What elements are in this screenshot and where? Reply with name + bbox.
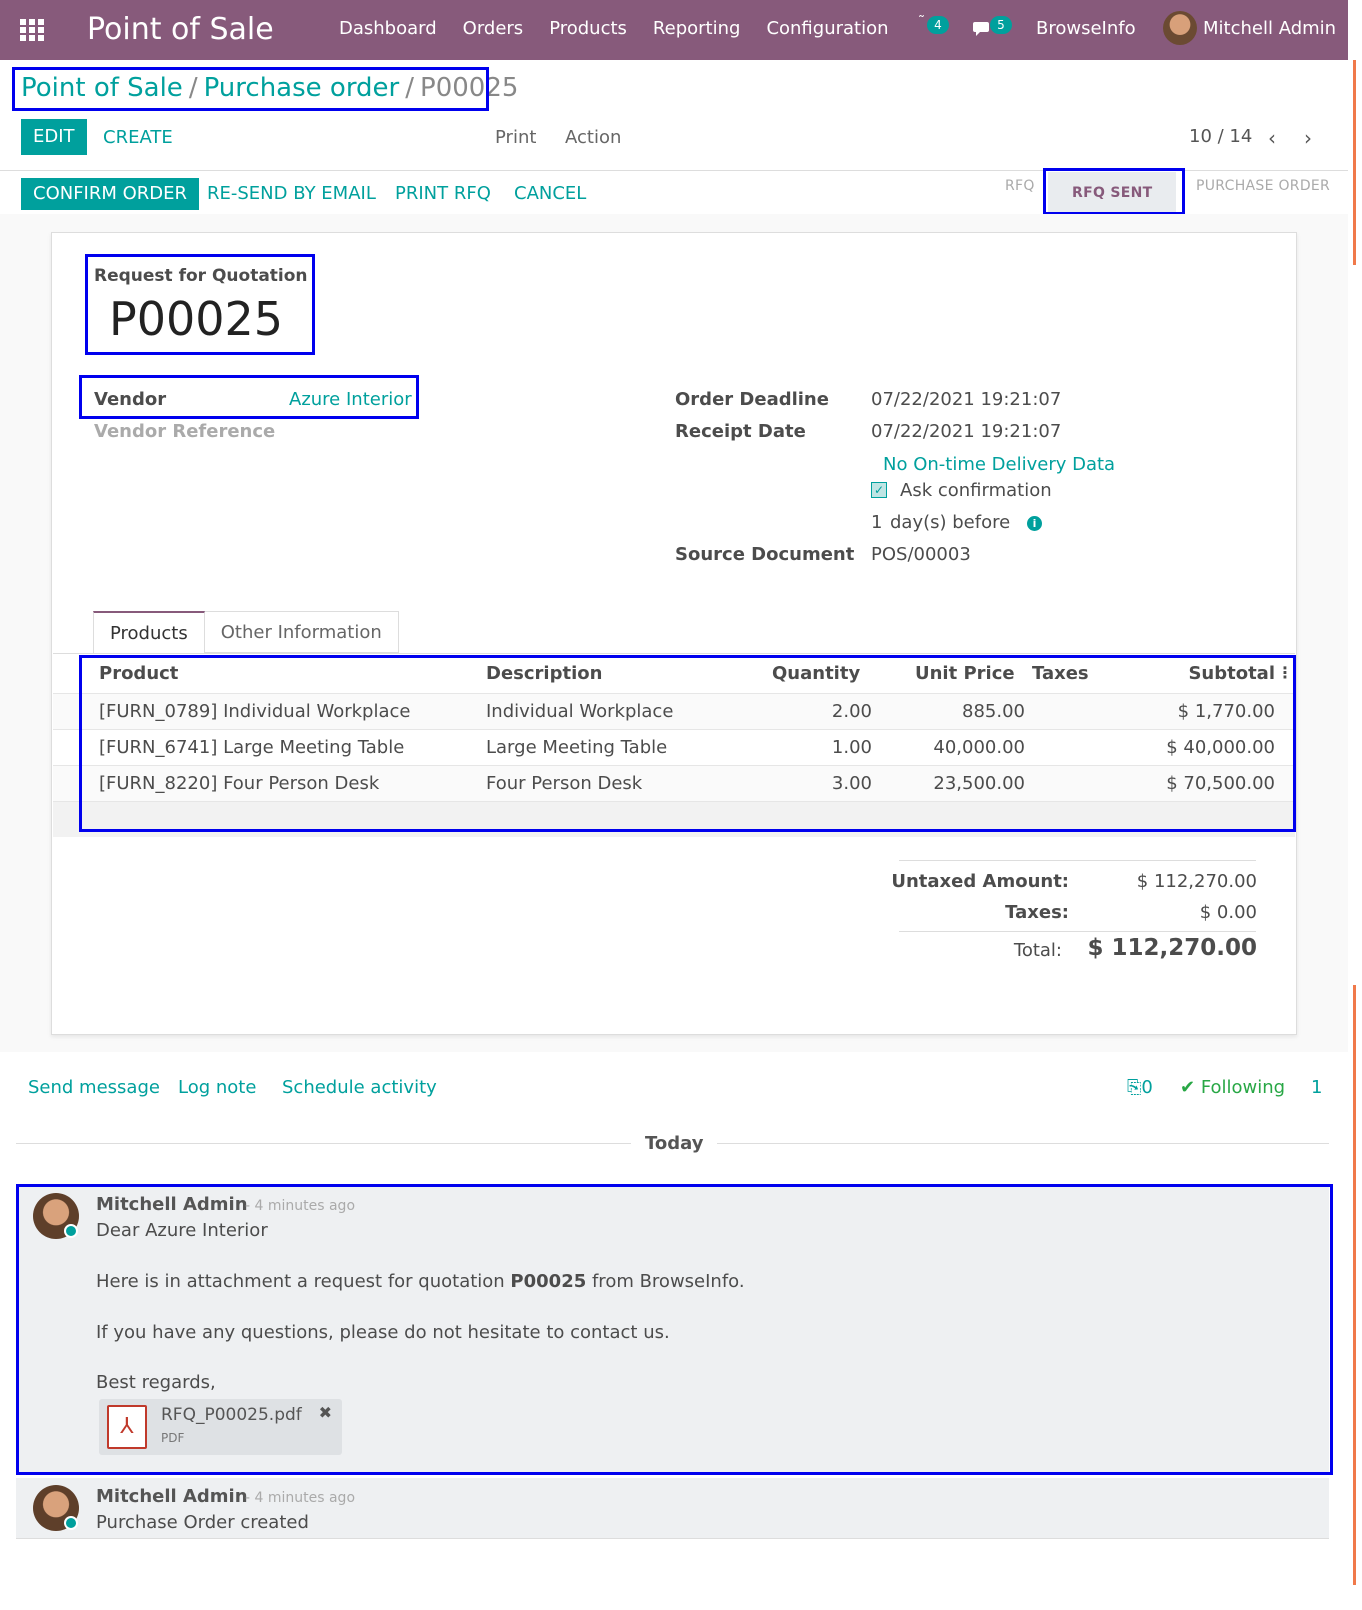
vendor-reference-label: Vendor Reference	[94, 421, 276, 442]
edit-button[interactable]: EDIT	[21, 119, 87, 155]
paperclip-icon: ⎘	[1127, 1077, 1142, 1098]
message-line: Purchase Order created	[96, 1512, 309, 1533]
date-separator: Today	[631, 1133, 718, 1154]
app-name[interactable]: Point of Sale	[87, 12, 274, 47]
main-menu: Dashboard Orders Products Reporting Conf…	[339, 18, 889, 39]
company-switcher[interactable]: BrowseInfo	[1036, 18, 1136, 39]
resend-email-button[interactable]: RE-SEND BY EMAIL	[207, 183, 376, 204]
activity-badge: 4	[927, 16, 949, 34]
highlight-box-message	[16, 1184, 1333, 1475]
confirm-order-button[interactable]: CONFIRM ORDER	[21, 178, 200, 210]
notebook-tabs: Products Other Information	[93, 611, 399, 653]
cancel-button[interactable]: CANCEL	[514, 183, 586, 204]
attachments-count: 0	[1141, 1077, 1153, 1098]
attachments-button[interactable]: ⎘0	[1127, 1077, 1153, 1098]
pager-value[interactable]: 10 / 14	[1189, 126, 1252, 147]
source-document-label: Source Document	[675, 544, 855, 565]
chevron-left-icon[interactable]: ‹	[1268, 126, 1276, 150]
menu-reporting[interactable]: Reporting	[653, 18, 741, 39]
total-label: Total:	[1013, 940, 1062, 961]
divider	[899, 931, 1256, 932]
print-dropdown[interactable]: Print	[495, 127, 536, 148]
action-dropdown[interactable]: Action	[565, 127, 621, 148]
taxes-label: Taxes:	[1005, 902, 1069, 923]
status-rfq[interactable]: RFQ	[1005, 178, 1035, 194]
create-button[interactable]: CREATE	[103, 127, 173, 148]
on-time-delivery-link[interactable]: No On-time Delivery Data	[883, 454, 1115, 475]
page-scrollbar[interactable]	[1348, 0, 1362, 1610]
days-before-label: day(s) before	[890, 512, 1011, 533]
following-button[interactable]: ✔ Following	[1180, 1077, 1285, 1098]
ask-confirmation-checkbox[interactable]: ✓	[871, 482, 887, 498]
followers-count[interactable]: 1	[1311, 1077, 1322, 1098]
user-menu[interactable]: Mitchell Admin	[1203, 18, 1336, 39]
tab-products[interactable]: Products	[93, 611, 205, 653]
menu-configuration[interactable]: Configuration	[766, 18, 888, 39]
log-note-button[interactable]: Log note	[178, 1077, 256, 1098]
untaxed-amount-value: $ 112,270.00	[1136, 871, 1257, 892]
messages-badge: 5	[990, 16, 1012, 34]
user-avatar[interactable]	[1163, 11, 1197, 45]
receipt-date-label: Receipt Date	[675, 421, 806, 442]
chevron-right-icon[interactable]: ›	[1304, 126, 1312, 150]
days-before-value[interactable]: 1	[871, 512, 882, 533]
menu-dashboard[interactable]: Dashboard	[339, 18, 437, 39]
divider	[899, 860, 1256, 861]
message-time: - 4 minutes ago	[245, 1490, 356, 1506]
top-navbar: Point of Sale Dashboard Orders Products …	[0, 0, 1348, 60]
scrollbar-thumb[interactable]	[1353, 60, 1356, 265]
menu-products[interactable]: Products	[549, 18, 627, 39]
highlight-box-order-lines	[79, 655, 1296, 832]
send-message-button[interactable]: Send message	[28, 1077, 160, 1098]
receipt-date-value[interactable]: 07/22/2021 19:21:07	[871, 421, 1061, 442]
status-purchase-order[interactable]: PURCHASE ORDER	[1196, 178, 1330, 194]
menu-orders[interactable]: Orders	[463, 18, 524, 39]
apps-menu-icon[interactable]	[20, 19, 44, 41]
print-rfq-button[interactable]: PRINT RFQ	[395, 183, 491, 204]
total-value: $ 112,270.00	[1087, 935, 1257, 961]
highlight-box-status	[1043, 168, 1185, 215]
order-deadline-value[interactable]: 07/22/2021 19:21:07	[871, 389, 1061, 410]
highlight-box-breadcrumb	[12, 67, 489, 111]
tab-other-information[interactable]: Other Information	[204, 611, 399, 653]
online-status-icon	[64, 1516, 78, 1530]
message-author[interactable]: Mitchell Admin	[96, 1486, 248, 1507]
check-icon: ✔	[1180, 1077, 1201, 1098]
untaxed-amount-label: Untaxed Amount:	[891, 871, 1069, 892]
activity-icon[interactable]: ˜	[918, 14, 925, 30]
following-label: Following	[1200, 1077, 1286, 1098]
scrollbar-track-marker	[1353, 985, 1356, 1585]
highlight-box-vendor	[79, 375, 419, 419]
source-document-value: POS/00003	[871, 544, 971, 565]
schedule-activity-button[interactable]: Schedule activity	[282, 1077, 437, 1098]
taxes-value: $ 0.00	[1199, 902, 1257, 923]
ask-confirmation-label: Ask confirmation	[900, 480, 1052, 501]
order-deadline-label: Order Deadline	[675, 389, 829, 410]
highlight-box-title	[85, 254, 315, 355]
info-icon[interactable]: i	[1027, 516, 1042, 531]
